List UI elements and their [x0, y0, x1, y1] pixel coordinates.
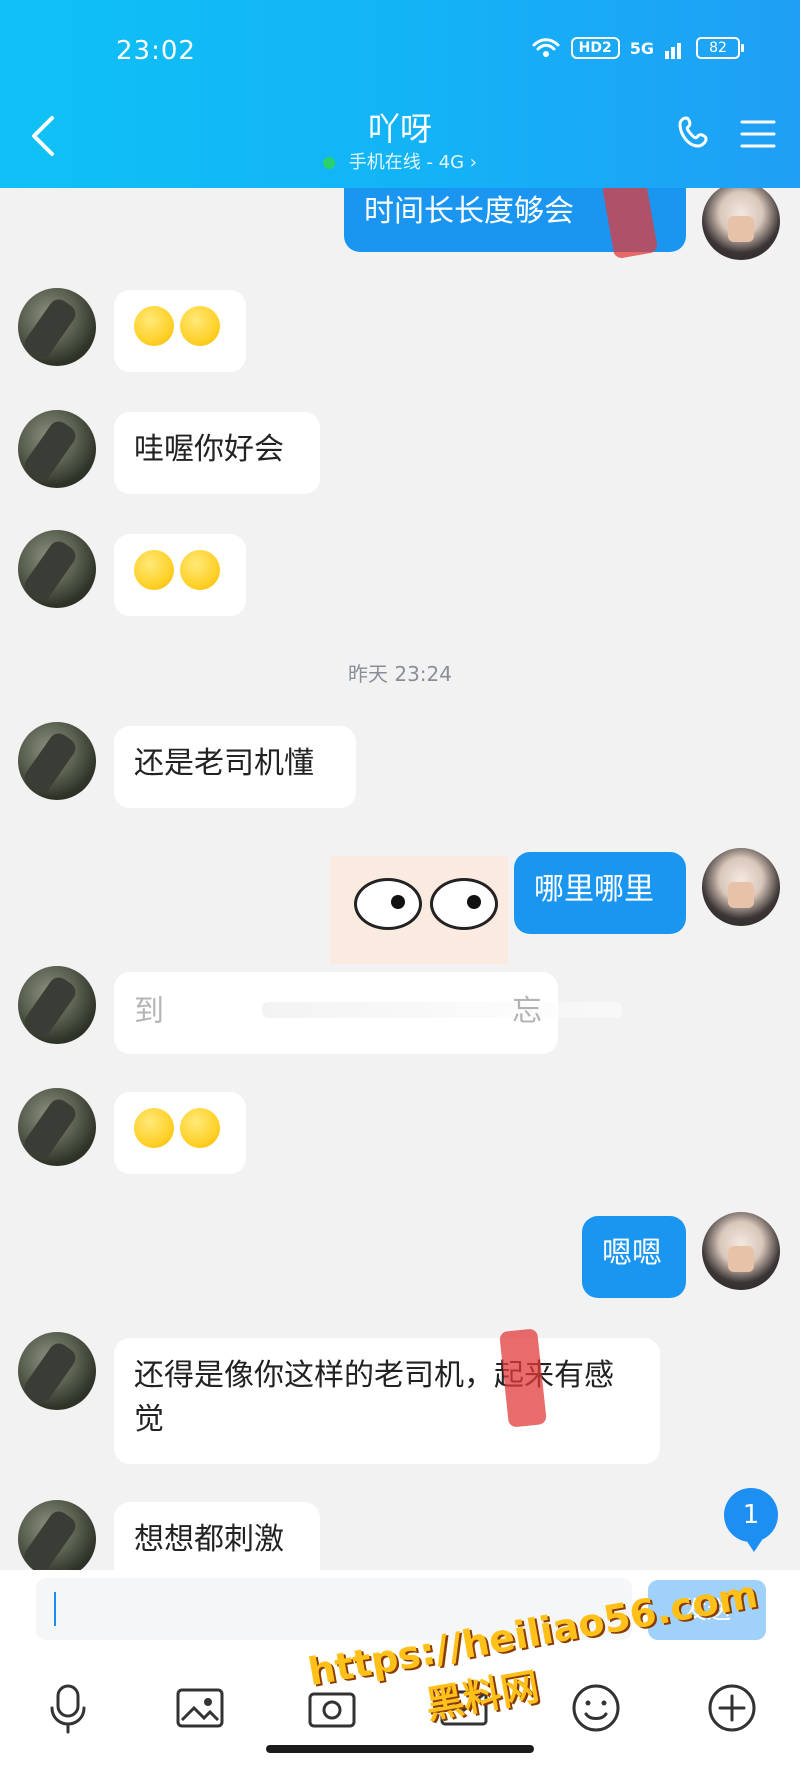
menu-icon[interactable] — [736, 112, 780, 156]
shy-emoji-icon — [180, 550, 220, 590]
timestamp: 昨天 23:24 — [348, 662, 452, 686]
message-bubble: 想想都刺激 — [114, 1502, 320, 1570]
image-icon[interactable] — [170, 1678, 230, 1738]
message-text: 哇喔你好会 — [134, 432, 284, 467]
message-bubble — [114, 1092, 246, 1174]
status-time: 23:02 — [116, 36, 196, 66]
emoji-row — [114, 1092, 246, 1177]
message-bubble: 还得是像你这样的老司机，起来有感觉 — [114, 1338, 660, 1464]
message-text: 还得是像你这样的老司机，起来有感觉 — [134, 1358, 614, 1437]
online-dot-icon — [323, 157, 335, 169]
unread-count-badge[interactable]: 1 — [724, 1488, 778, 1552]
grin-emoji-icon — [180, 306, 220, 346]
blurred-right-char: 忘 — [512, 994, 542, 1029]
avatar[interactable] — [702, 848, 780, 926]
message-bubble — [114, 290, 246, 372]
hd-badge: HD2 — [570, 37, 620, 59]
signal-bars-icon — [665, 43, 681, 59]
avatar[interactable] — [18, 966, 96, 1044]
message-bubble: 哪里哪里 — [514, 852, 686, 934]
laugh-tears-emoji-icon — [134, 1108, 174, 1148]
message-bubble: 到 忘 — [114, 972, 622, 1054]
message-text: 嗯嗯 — [602, 1236, 662, 1271]
emoji-row — [114, 534, 246, 619]
signal-label: 5G — [629, 38, 654, 58]
shy-emoji-icon — [134, 550, 174, 590]
avatar[interactable] — [18, 1500, 96, 1570]
blurred-text — [262, 1002, 622, 1018]
chat-header: 23:02 HD2 5G 82 吖呀 手机在线 - 4G › — [0, 0, 800, 188]
emoji-row — [114, 290, 246, 375]
avatar[interactable] — [18, 1088, 96, 1166]
text-cursor — [54, 1592, 56, 1626]
chat-area[interactable]: 时间长长度够会 哇喔你好会 昨天 23:24 还是老司机懂 哪里哪里 到 忘 嗯… — [0, 188, 800, 1570]
online-status: 手机在线 - 4G › — [348, 152, 477, 173]
avatar[interactable] — [18, 722, 96, 800]
message-text: 哪里哪里 — [534, 872, 654, 907]
home-indicator[interactable] — [266, 1745, 534, 1753]
message-bubble: 还是老司机懂 — [114, 726, 356, 808]
sticker-eye — [430, 878, 498, 930]
mic-icon[interactable] — [38, 1678, 98, 1738]
avatar[interactable] — [18, 1332, 96, 1410]
message-bubble: 哇喔你好会 — [114, 412, 320, 494]
message-text: 想想都刺激 — [134, 1522, 284, 1557]
avatar[interactable] — [702, 188, 780, 260]
phone-icon[interactable] — [674, 112, 718, 156]
blurred-left-char: 到 — [134, 994, 164, 1029]
status-icons: HD2 5G 82 — [531, 36, 744, 60]
battery-indicator: 82 — [696, 37, 744, 59]
message-text: 还是老司机懂 — [134, 746, 314, 781]
laugh-tears-emoji-icon — [180, 1108, 220, 1148]
avatar[interactable] — [702, 1212, 780, 1290]
sticker-eye — [354, 878, 422, 930]
sticker-image — [330, 856, 508, 964]
wifi-icon — [532, 38, 560, 57]
avatar[interactable] — [18, 530, 96, 608]
plus-icon[interactable] — [702, 1678, 762, 1738]
avatar[interactable] — [18, 288, 96, 366]
status-bar: 23:02 HD2 5G 82 — [0, 0, 800, 100]
avatar[interactable] — [18, 410, 96, 488]
grin-emoji-icon — [134, 306, 174, 346]
message-bubble — [114, 534, 246, 616]
message-bubble: 嗯嗯 — [582, 1216, 686, 1298]
